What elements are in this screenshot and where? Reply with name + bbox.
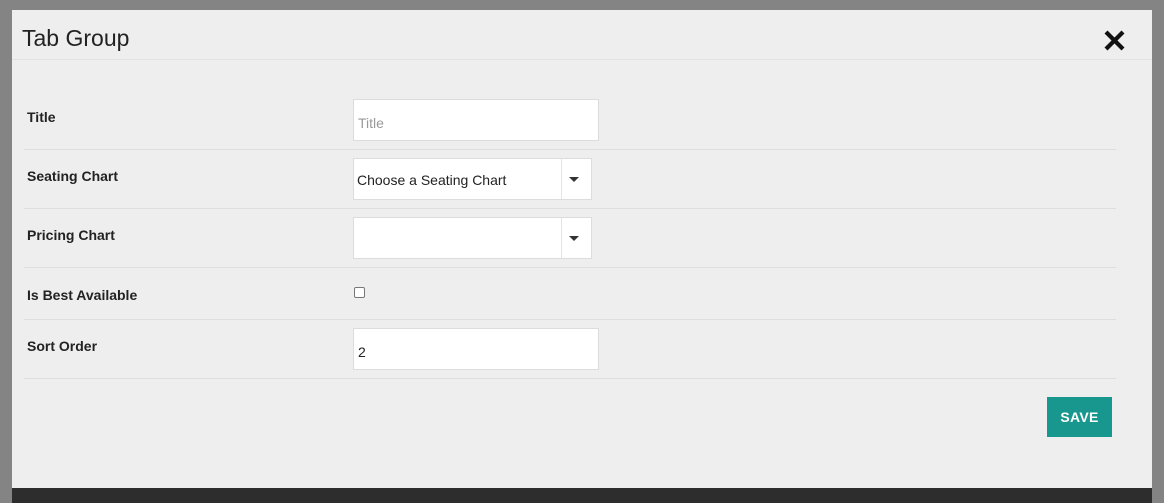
seating-chart-label: Seating Chart — [27, 168, 119, 184]
is-best-available-label: Is Best Available — [27, 287, 138, 303]
sort-order-label: Sort Order — [27, 338, 98, 354]
form-row-sort-order: Sort Order — [24, 328, 1116, 379]
modal-header: Tab Group — [12, 10, 1152, 60]
save-button[interactable]: SAVE — [1047, 397, 1112, 437]
pricing-chart-select[interactable] — [353, 217, 592, 259]
close-icon — [1104, 30, 1125, 51]
close-button[interactable] — [1102, 28, 1128, 54]
form-row-is-best-available: Is Best Available — [24, 276, 1116, 320]
is-best-available-checkbox[interactable] — [354, 287, 365, 298]
form-row-title: Title — [24, 99, 1116, 150]
seating-chart-select[interactable]: Choose a Seating Chart — [353, 158, 592, 200]
title-label: Title — [27, 109, 56, 125]
tab-group-modal: Tab Group Title Seating Chart Choose a S… — [12, 10, 1152, 488]
form-row-seating-chart: Seating Chart Choose a Seating Chart — [24, 158, 1116, 209]
chevron-down-icon — [569, 236, 579, 241]
chevron-down-icon — [569, 177, 579, 182]
sort-order-input[interactable] — [353, 328, 599, 370]
select-divider — [561, 218, 562, 258]
modal-title: Tab Group — [22, 25, 130, 51]
select-divider — [561, 159, 562, 199]
background-strip — [12, 488, 1152, 503]
title-input[interactable] — [353, 99, 599, 141]
seating-chart-selected-value: Choose a Seating Chart — [357, 172, 507, 188]
form-row-pricing-chart: Pricing Chart — [24, 217, 1116, 268]
pricing-chart-label: Pricing Chart — [27, 227, 115, 243]
